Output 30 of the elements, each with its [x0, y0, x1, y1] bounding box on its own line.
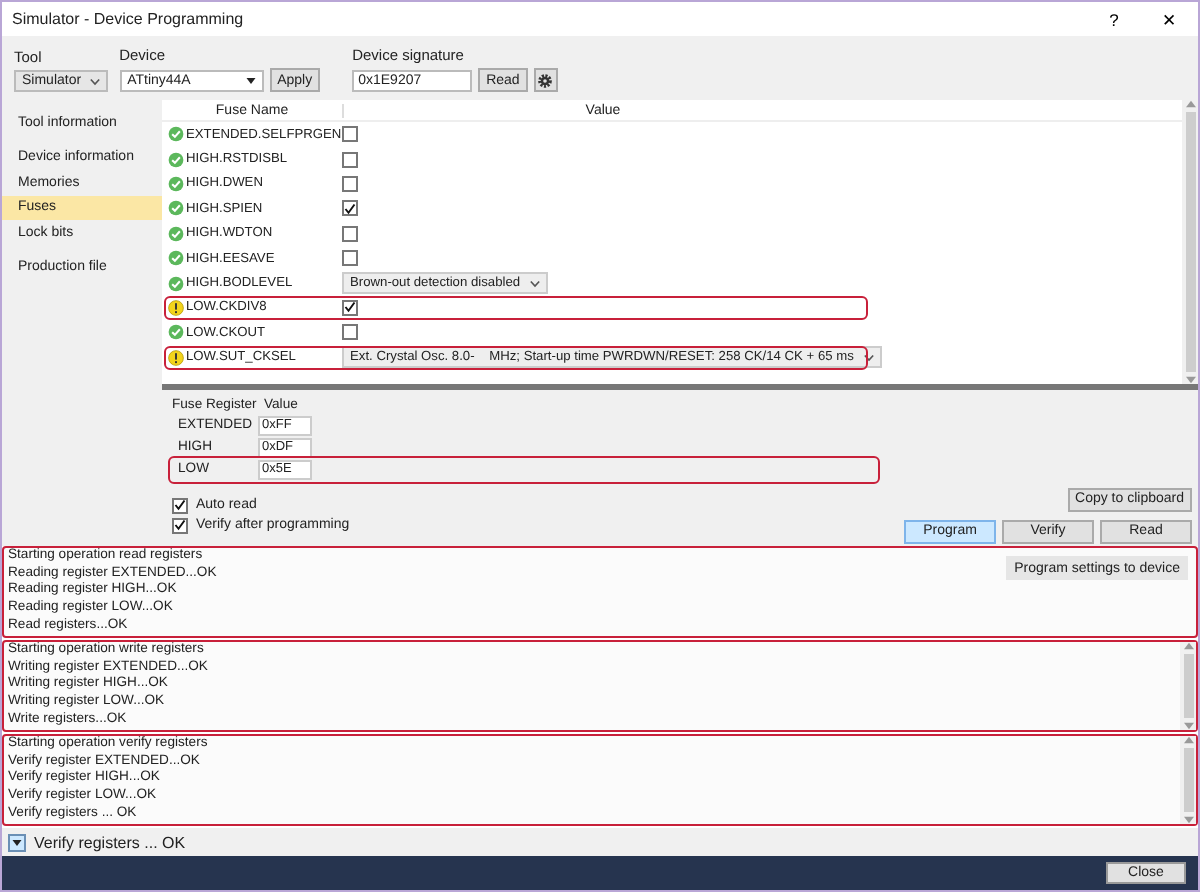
settings-icon [536, 71, 555, 89]
checkbox[interactable] [342, 175, 358, 192]
checkbox[interactable] [172, 517, 188, 533]
help-button[interactable]: ? [1086, 9, 1142, 29]
caret-icon [863, 353, 874, 362]
checkbox[interactable] [342, 299, 358, 316]
checkbox[interactable] [342, 250, 358, 267]
scroll-down-icon[interactable] [1185, 376, 1195, 384]
checkbox[interactable] [342, 225, 358, 242]
scroll-up-icon[interactable] [1183, 642, 1193, 650]
window-title: Simulator - Device Programming [12, 10, 246, 28]
checkbox[interactable] [342, 126, 358, 143]
scroll-down-icon[interactable] [1183, 816, 1193, 824]
caret-icon [245, 77, 256, 83]
scrollbar[interactable] [1180, 736, 1196, 824]
scrollbar[interactable] [1182, 100, 1198, 384]
scroll-up-icon[interactable] [1183, 736, 1193, 744]
checkbox[interactable] [172, 497, 188, 513]
checkbox[interactable] [342, 324, 358, 341]
settings-button[interactable] [533, 68, 558, 92]
checkbox[interactable] [342, 151, 358, 168]
scrollbar[interactable] [1180, 642, 1196, 730]
status-text: Verify registers ... OK [34, 833, 186, 851]
close-button[interactable]: ✕ [1142, 9, 1198, 29]
caret-icon [12, 839, 22, 845]
caret-icon [89, 77, 100, 85]
caret-icon [530, 279, 541, 288]
checkbox[interactable] [342, 200, 358, 217]
scroll-down-icon[interactable] [1183, 722, 1193, 730]
expand-button[interactable] [8, 833, 26, 851]
